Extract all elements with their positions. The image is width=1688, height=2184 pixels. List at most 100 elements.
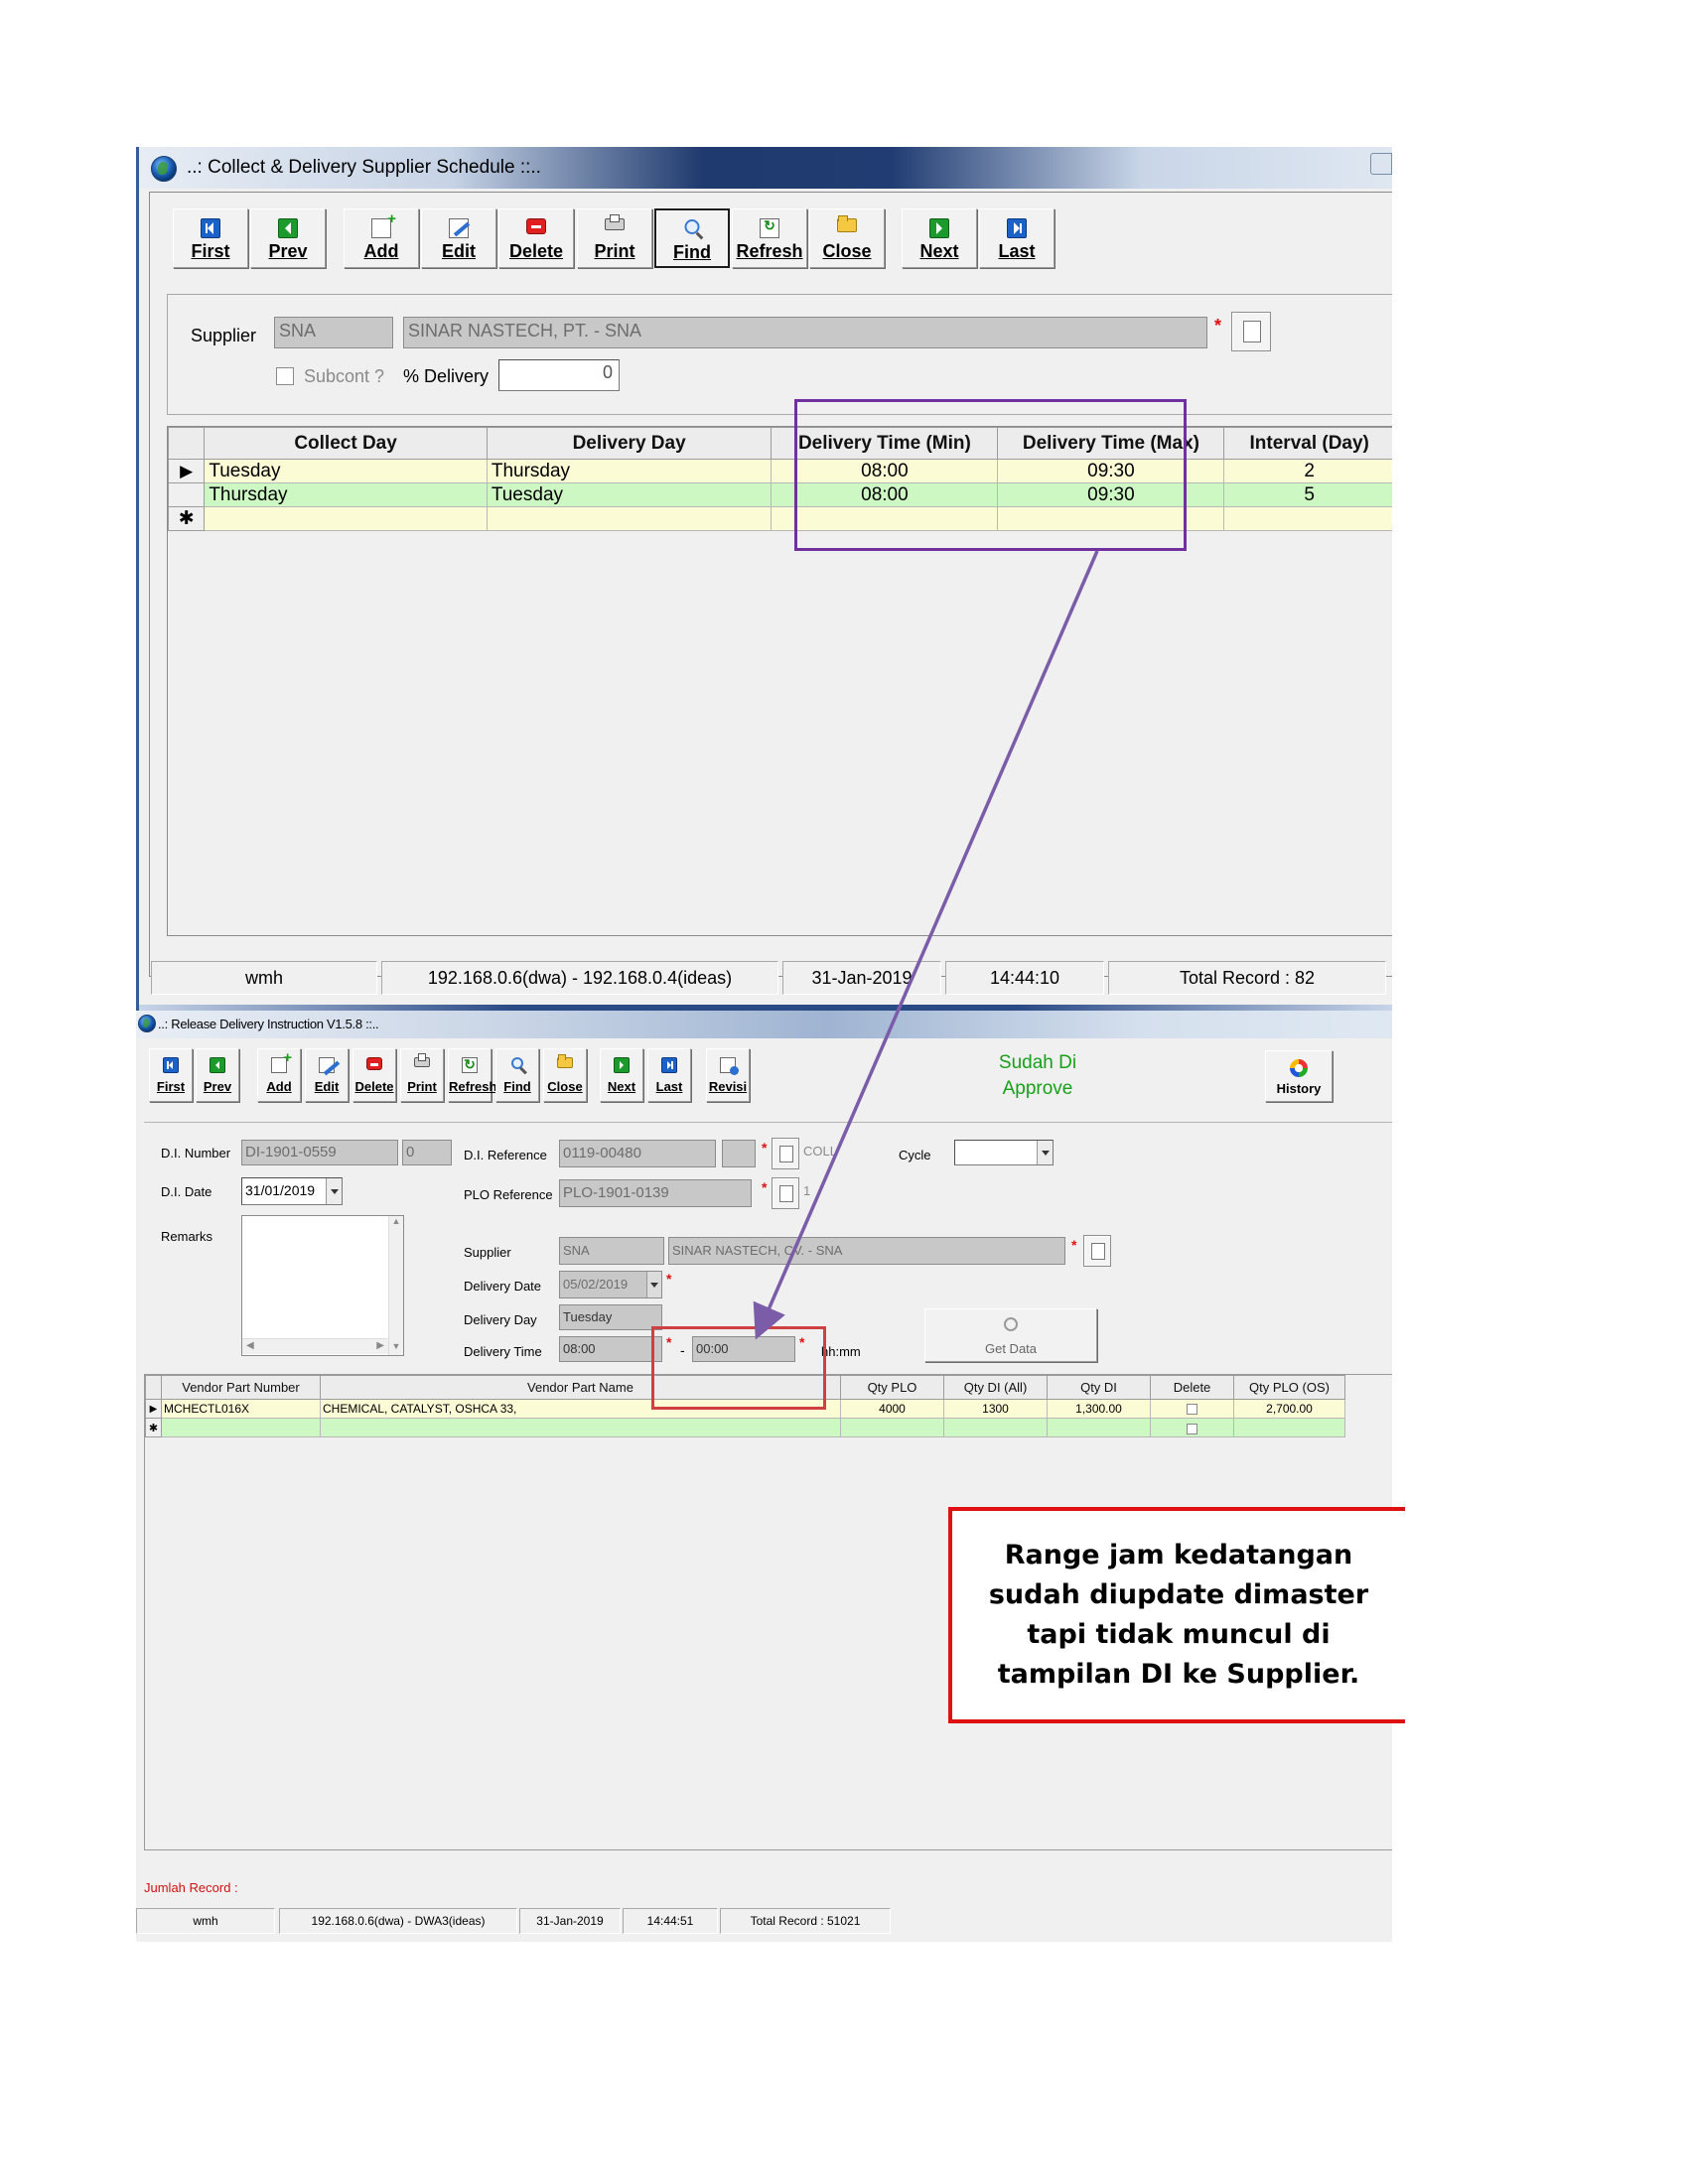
di-reference-extra-field[interactable] (722, 1140, 756, 1167)
di-reference-field[interactable]: 0119-00480 (559, 1140, 716, 1167)
new-row[interactable]: ✱ (145, 1418, 1345, 1437)
table-row[interactable]: ▶ Tuesday Thursday 08:00 09:30 2 (167, 459, 1392, 483)
delivery-time-from-field[interactable]: 08:00 (559, 1336, 662, 1362)
col-header-delete[interactable]: Delete (1150, 1375, 1234, 1400)
window-restore-icon[interactable] (1370, 153, 1392, 175)
new-row-marker[interactable]: ✱ (145, 1418, 162, 1437)
cell-qty-di[interactable]: 1,300.00 (1047, 1399, 1151, 1419)
cell-delivery-time-max[interactable]: 09:30 (997, 459, 1225, 483)
revisi-button[interactable]: Revisi (706, 1048, 750, 1102)
cell-vendor-part-number[interactable]: MCHECTL016X (161, 1399, 321, 1419)
cell-collect-day[interactable]: Tuesday (204, 459, 488, 483)
cell-empty[interactable] (1223, 506, 1392, 531)
cell-delivery-day[interactable]: Tuesday (486, 482, 773, 507)
col-header-vendor-part-number[interactable]: Vendor Part Number (161, 1375, 321, 1400)
cycle-dropdown[interactable] (954, 1140, 1054, 1165)
last-button[interactable]: Last (979, 208, 1055, 268)
col-header-vendor-part-name[interactable]: Vendor Part Name (320, 1375, 841, 1400)
col-header-interval-day[interactable]: Interval (Day) (1223, 427, 1392, 460)
plo-reference-browse-button[interactable] (772, 1177, 799, 1209)
remarks-vscrollbar[interactable]: ▲ ▼ (388, 1216, 403, 1355)
cell-qty-plo-os[interactable]: 2,700.00 (1233, 1399, 1345, 1419)
prev-button[interactable]: Prev (250, 208, 326, 268)
row-current-indicator[interactable]: ▶ (167, 459, 206, 483)
plo-reference-field[interactable]: PLO-1901-0139 (559, 1179, 752, 1207)
di-date-field[interactable]: 31/01/2019 (241, 1177, 343, 1205)
find-button[interactable]: Find (654, 208, 730, 268)
refresh-button[interactable]: Refresh (732, 208, 807, 268)
chevron-down-icon[interactable] (646, 1272, 661, 1297)
table-row[interactable]: Thursday Tuesday 08:00 09:30 5 (167, 482, 1392, 507)
refresh-button[interactable]: Refresh (448, 1048, 496, 1102)
col-header-collect-day[interactable]: Collect Day (204, 427, 488, 460)
cell-delivery-time-min[interactable]: 08:00 (771, 482, 999, 507)
di-supplier-name-field[interactable]: SINAR NASTECH, CV. - SNA (668, 1237, 1065, 1265)
chevron-down-icon[interactable] (326, 1178, 342, 1204)
delete-checkbox[interactable] (1187, 1423, 1197, 1434)
supplier-code-field[interactable]: SNA (274, 317, 393, 348)
close-button[interactable]: Close (543, 1048, 587, 1102)
delivery-date-field[interactable]: 05/02/2019 (559, 1271, 662, 1298)
cell-empty[interactable] (486, 506, 773, 531)
new-row[interactable]: ✱ (167, 506, 1392, 531)
new-row-marker[interactable]: ✱ (167, 506, 206, 531)
next-button[interactable]: Next (600, 1048, 643, 1102)
cell-qty-plo[interactable]: 4000 (840, 1399, 944, 1419)
edit-button[interactable]: Edit (305, 1048, 349, 1102)
col-header-delivery-time-max[interactable]: Delivery Time (Max) (997, 427, 1225, 460)
row-indicator[interactable] (167, 482, 206, 507)
cell-empty[interactable] (320, 1418, 841, 1437)
history-button[interactable]: History (1265, 1050, 1333, 1102)
cell-interval-day[interactable]: 5 (1223, 482, 1392, 507)
cell-vendor-part-name[interactable]: CHEMICAL, CATALYST, OSHCA 33, (320, 1399, 841, 1419)
delete-button[interactable]: Delete (498, 208, 574, 268)
cell-empty[interactable] (161, 1418, 321, 1437)
cell-delivery-time-max[interactable]: 09:30 (997, 482, 1225, 507)
cell-empty[interactable] (204, 506, 488, 531)
di-number-field[interactable]: DI-1901-0559 (241, 1140, 398, 1165)
add-button[interactable]: Add (344, 208, 419, 268)
cell-empty[interactable] (1233, 1418, 1345, 1437)
cell-empty[interactable] (771, 506, 999, 531)
cell-delete[interactable] (1150, 1399, 1234, 1419)
find-button[interactable]: Find (495, 1048, 539, 1102)
cell-interval-day[interactable]: 2 (1223, 459, 1392, 483)
cell-empty[interactable] (840, 1418, 944, 1437)
delivery-pct-field[interactable]: 0 (498, 359, 620, 391)
subcont-checkbox[interactable] (276, 367, 294, 385)
delete-checkbox[interactable] (1187, 1404, 1197, 1416)
next-button[interactable]: Next (902, 208, 977, 268)
di-supplier-code-field[interactable]: SNA (559, 1237, 664, 1265)
col-header-qty-di[interactable]: Qty DI (1047, 1375, 1151, 1400)
cell-delete[interactable] (1150, 1418, 1234, 1437)
col-header-delivery-day[interactable]: Delivery Day (486, 427, 773, 460)
delete-button[interactable]: Delete (352, 1048, 396, 1102)
supplier-name-field[interactable]: SINAR NASTECH, PT. - SNA (403, 317, 1207, 348)
delivery-day-field[interactable]: Tuesday (559, 1304, 662, 1330)
first-button[interactable]: First (149, 1048, 193, 1102)
row-current-indicator[interactable]: ▶ (145, 1399, 162, 1419)
print-button[interactable]: Print (400, 1048, 444, 1102)
col-header-qty-di-all[interactable]: Qty DI (All) (943, 1375, 1048, 1400)
prev-button[interactable]: Prev (196, 1048, 239, 1102)
print-button[interactable]: Print (577, 208, 652, 268)
close-button[interactable]: Close (809, 208, 885, 268)
di-reference-browse-button[interactable] (772, 1138, 799, 1169)
supplier-browse-button[interactable] (1231, 312, 1271, 351)
add-button[interactable]: Add (257, 1048, 301, 1102)
di-number-suffix-field[interactable]: 0 (402, 1140, 452, 1165)
remarks-textarea[interactable] (241, 1215, 404, 1356)
cell-empty[interactable] (1047, 1418, 1151, 1437)
chevron-down-icon[interactable] (1037, 1141, 1053, 1164)
delivery-time-to-field[interactable]: 00:00 (692, 1336, 795, 1362)
table-row[interactable]: ▶ MCHECTL016X CHEMICAL, CATALYST, OSHCA … (145, 1399, 1345, 1419)
col-header-qty-plo-os[interactable]: Qty PLO (OS) (1233, 1375, 1345, 1400)
cell-empty[interactable] (997, 506, 1225, 531)
col-header-qty-plo[interactable]: Qty PLO (840, 1375, 944, 1400)
get-data-button[interactable]: Get Data (924, 1308, 1097, 1362)
last-button[interactable]: Last (647, 1048, 691, 1102)
cell-qty-di-all[interactable]: 1300 (943, 1399, 1048, 1419)
cell-collect-day[interactable]: Thursday (204, 482, 488, 507)
col-header-delivery-time-min[interactable]: Delivery Time (Min) (771, 427, 999, 460)
first-button[interactable]: First (173, 208, 248, 268)
